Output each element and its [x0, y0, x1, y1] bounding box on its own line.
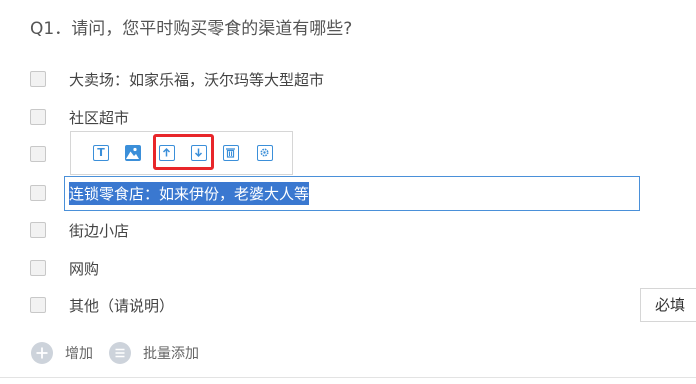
selected-text: 连锁零食店：如来伊份，老婆大人等 [69, 182, 310, 205]
option-row[interactable]: 街边小店 [30, 218, 129, 242]
list-icon [109, 342, 131, 364]
option-checkbox[interactable] [30, 297, 46, 313]
option-row[interactable]: 网购 [30, 256, 99, 280]
option-label: 其他（请说明） [69, 296, 175, 315]
add-option-label: 增加 [65, 346, 93, 362]
option-edit-input[interactable]: 连锁零食店：如来伊份，老婆大人等 [64, 176, 640, 211]
move-down-icon[interactable] [191, 145, 207, 161]
option-label: 街边小店 [69, 221, 130, 240]
text-icon[interactable]: T [93, 145, 109, 161]
batch-add-label: 批量添加 [143, 346, 199, 362]
option-checkbox[interactable] [30, 146, 46, 162]
batch-add-button[interactable]: 批量添加 [109, 342, 199, 364]
required-button[interactable]: 必填 [640, 288, 696, 322]
settings-icon[interactable] [257, 145, 273, 161]
option-row[interactable] [30, 142, 46, 166]
option-label: 社区超市 [69, 108, 130, 127]
add-option-button[interactable]: 增加 [31, 342, 93, 364]
option-label: 网购 [69, 259, 100, 278]
option-label: 大卖场：如家乐福，沃尔玛等大型超市 [69, 70, 325, 89]
option-toolbar: T [70, 131, 293, 175]
image-icon[interactable] [125, 145, 141, 161]
plus-icon [31, 342, 53, 364]
option-row[interactable]: 大卖场：如家乐福，沃尔玛等大型超市 [30, 67, 324, 91]
option-checkbox[interactable] [30, 185, 46, 201]
delete-icon[interactable] [223, 145, 239, 161]
bottom-divider [0, 377, 696, 378]
move-up-icon[interactable] [159, 145, 175, 161]
option-row[interactable]: 社区超市 [30, 105, 129, 129]
option-checkbox[interactable] [30, 71, 46, 87]
option-checkbox[interactable] [30, 109, 46, 125]
option-row[interactable] [30, 181, 46, 205]
option-row[interactable]: 其他（请说明） [30, 293, 174, 317]
option-checkbox[interactable] [30, 260, 46, 276]
question-title: Q1．请问，您平时购买零食的渠道有哪些? [30, 19, 353, 39]
option-checkbox[interactable] [30, 222, 46, 238]
